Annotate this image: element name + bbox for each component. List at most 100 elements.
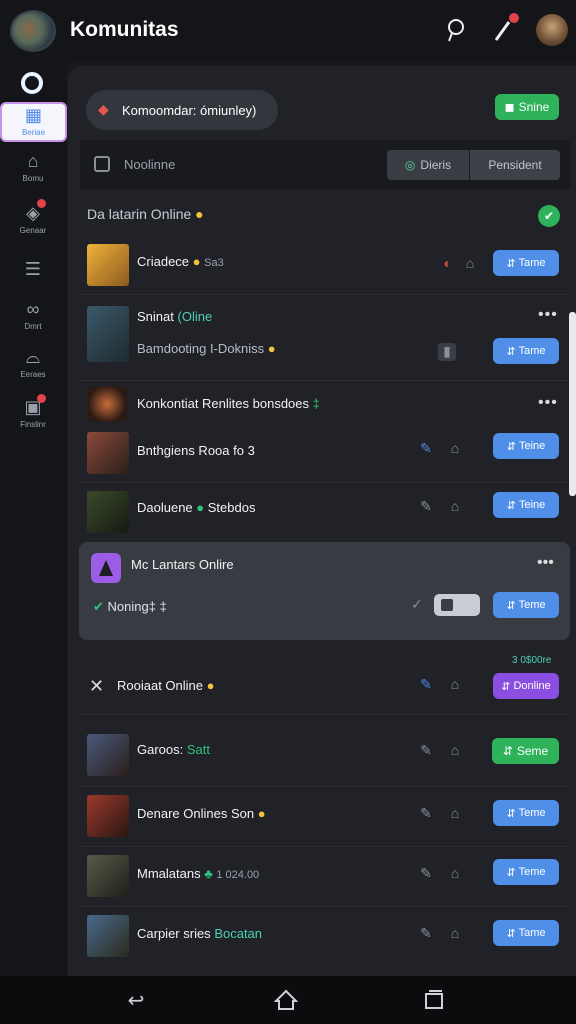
search-box-icon [94,156,110,172]
join-button[interactable]: ⇵ Tame [493,250,559,276]
join-button[interactable]: ⇵ Seme [492,738,559,764]
close-icon[interactable]: ✕ [89,676,104,697]
notification-badge [37,394,46,403]
divider [80,380,570,381]
game-thumbnail [87,734,129,776]
list-item[interactable]: Sninat (Oline Bamdooting I-Dokniss ● •••… [80,300,570,376]
gem-icon: ◆ [98,101,109,117]
search-input[interactable]: Noolinne [124,157,175,172]
item-extra: Stebdos [207,500,256,515]
search-icon[interactable] [443,16,469,46]
join-icon: ⇵ [501,680,511,693]
emoji-icon: ● [195,206,204,222]
scrollbar[interactable] [569,312,576,496]
lock-icon[interactable]: ⌂ [446,925,464,943]
home-ring-icon[interactable] [21,72,43,94]
section-title: Da latarin Online ● [87,206,204,222]
feather-icon[interactable]: ✎ [417,676,435,694]
item-subtitle: Noning‡ ‡ [107,599,167,614]
filter-tab-left[interactable]: ◎ Dieris [387,150,469,180]
sidebar-item-2[interactable]: ⌂ Bomu [0,150,66,190]
toggle-switch[interactable] [434,594,480,616]
divider [80,714,570,715]
lock-icon[interactable]: ⌂ [446,805,464,823]
lock-icon[interactable]: ⌂ [446,440,464,458]
more-icon[interactable]: ••• [538,394,558,412]
system-nav-bar: ↩ [0,976,576,1024]
item-name: Bnthgiens Rooa fo 3 [137,443,255,458]
join-button[interactable]: ⇵ Teine [493,433,559,459]
edit-icon[interactable]: ✎ [417,865,435,883]
status-icon: ◼ [504,100,515,114]
lock-icon[interactable]: ⌂ [446,742,464,760]
join-button[interactable]: ⇵ Teme [493,859,559,885]
join-icon: ⇵ [506,599,516,612]
sidebar-item-6[interactable]: ⌓ Eeraes [0,346,66,386]
lock-icon[interactable]: ⌂ [461,255,479,273]
list-item[interactable]: Mmalatans ♣ 1 024.00 ✎ ⌂ ⇵ Teme [80,852,570,902]
join-icon: ⇵ [506,927,516,940]
check-icon: ✔ [93,599,104,614]
join-button[interactable]: ⇵ Teme [493,800,559,826]
list-item[interactable]: Daoluene ● Stebdos ✎ ⌂ ⇵ Teine [80,486,570,536]
join-button[interactable]: ⇵ Teme [493,592,559,618]
status-button[interactable]: ◼ Snine [495,94,559,120]
community-pill[interactable]: ◆ Komoomdar: ómiunley) [86,90,278,130]
sidebar-item-3[interactable]: ◈ Genaar [0,199,66,242]
lock-icon[interactable]: ⌂ [446,676,464,694]
leaf-icon[interactable]: ◖ [437,255,455,273]
page-title: Komunitas [70,18,179,41]
feather-icon[interactable]: ✎ [417,440,435,458]
item-name: Criadece [137,254,190,269]
home-icon[interactable] [273,988,299,1012]
item-name: Rooiaat Online [117,678,203,693]
back-icon[interactable]: ↩ [124,988,148,1012]
sidebar-item-4[interactable]: ☰ [0,258,66,298]
sidebar-item-7[interactable]: ▣ Finslinr [0,394,66,436]
list-item[interactable]: Konkontiat Renlites bonsdoes ‡ ••• [80,384,570,424]
list-item[interactable]: ✕ Rooiaat Online ● ✎ ⌂ ⇵ Donline [80,666,570,710]
join-icon: ⇵ [506,866,516,879]
search-bar: Noolinne ◎ Dieris Pensident [80,140,570,190]
more-icon[interactable]: ••• [537,554,554,572]
list-item[interactable]: Denare Onlines Son ● ✎ ⌂ ⇵ Teme [80,792,570,842]
filter-tab-right[interactable]: Pensident [470,150,560,180]
user-avatar[interactable] [536,14,568,46]
list-item[interactable]: Garoos: Satt ✎ ⌂ ⇵ Seme [80,728,570,778]
check-icon[interactable]: ✔ [538,205,560,227]
join-button[interactable]: ⇵ Tame [493,920,559,946]
doc-icon[interactable]: ▮ [438,343,456,361]
lock-icon[interactable]: ⌂ [446,498,464,516]
divider [80,786,570,787]
grid-icon: ▦ [24,105,42,125]
online-button[interactable]: ⇵ Donline [493,673,559,699]
notification-badge [37,199,46,208]
game-thumbnail [87,306,129,362]
item-subtitle: Bamdooting I-Dokniss [137,341,265,356]
more-icon[interactable]: ••• [538,306,558,324]
edit-icon[interactable]: ✎ [417,805,435,823]
list-item[interactable]: Bnthgiens Rooa fo 3 ✎ ⌂ ⇵ Teine [80,426,570,478]
edit-icon[interactable] [490,13,519,46]
join-button[interactable]: ⇵ Tame [493,338,559,364]
list-item[interactable]: Carpier sries Bocatan ✎ ⌂ ⇵ Tame [80,912,570,962]
sidebar-item-1[interactable]: ▦ Beriae [0,102,67,142]
emoji-icon: ● [206,678,215,693]
list-item[interactable]: Criadece ● Sa3 ◖ ⌂ ⇵ Tame [80,240,570,292]
game-thumbnail [87,915,129,957]
game-thumbnail [87,491,129,533]
join-icon: ⇵ [502,744,513,758]
highlight-card[interactable]: Mc Lantars Onlire ••• ✔ Noning‡ ‡ ✓ ⇵ Tem… [79,542,570,640]
edit-icon[interactable]: ✎ [417,498,435,516]
item-name: Garoos: [137,742,184,757]
inbox-icon: ▣ [24,397,42,417]
app-logo[interactable] [10,10,56,52]
divider [80,846,570,847]
join-icon: ⇵ [506,807,516,820]
join-button[interactable]: ⇵ Teine [493,492,559,518]
sidebar-item-5[interactable]: ∞ Dmrt [0,298,66,338]
recents-icon[interactable] [422,988,446,1012]
edit-icon[interactable]: ✎ [417,742,435,760]
lock-icon[interactable]: ⌂ [446,865,464,883]
edit-icon[interactable]: ✎ [417,925,435,943]
